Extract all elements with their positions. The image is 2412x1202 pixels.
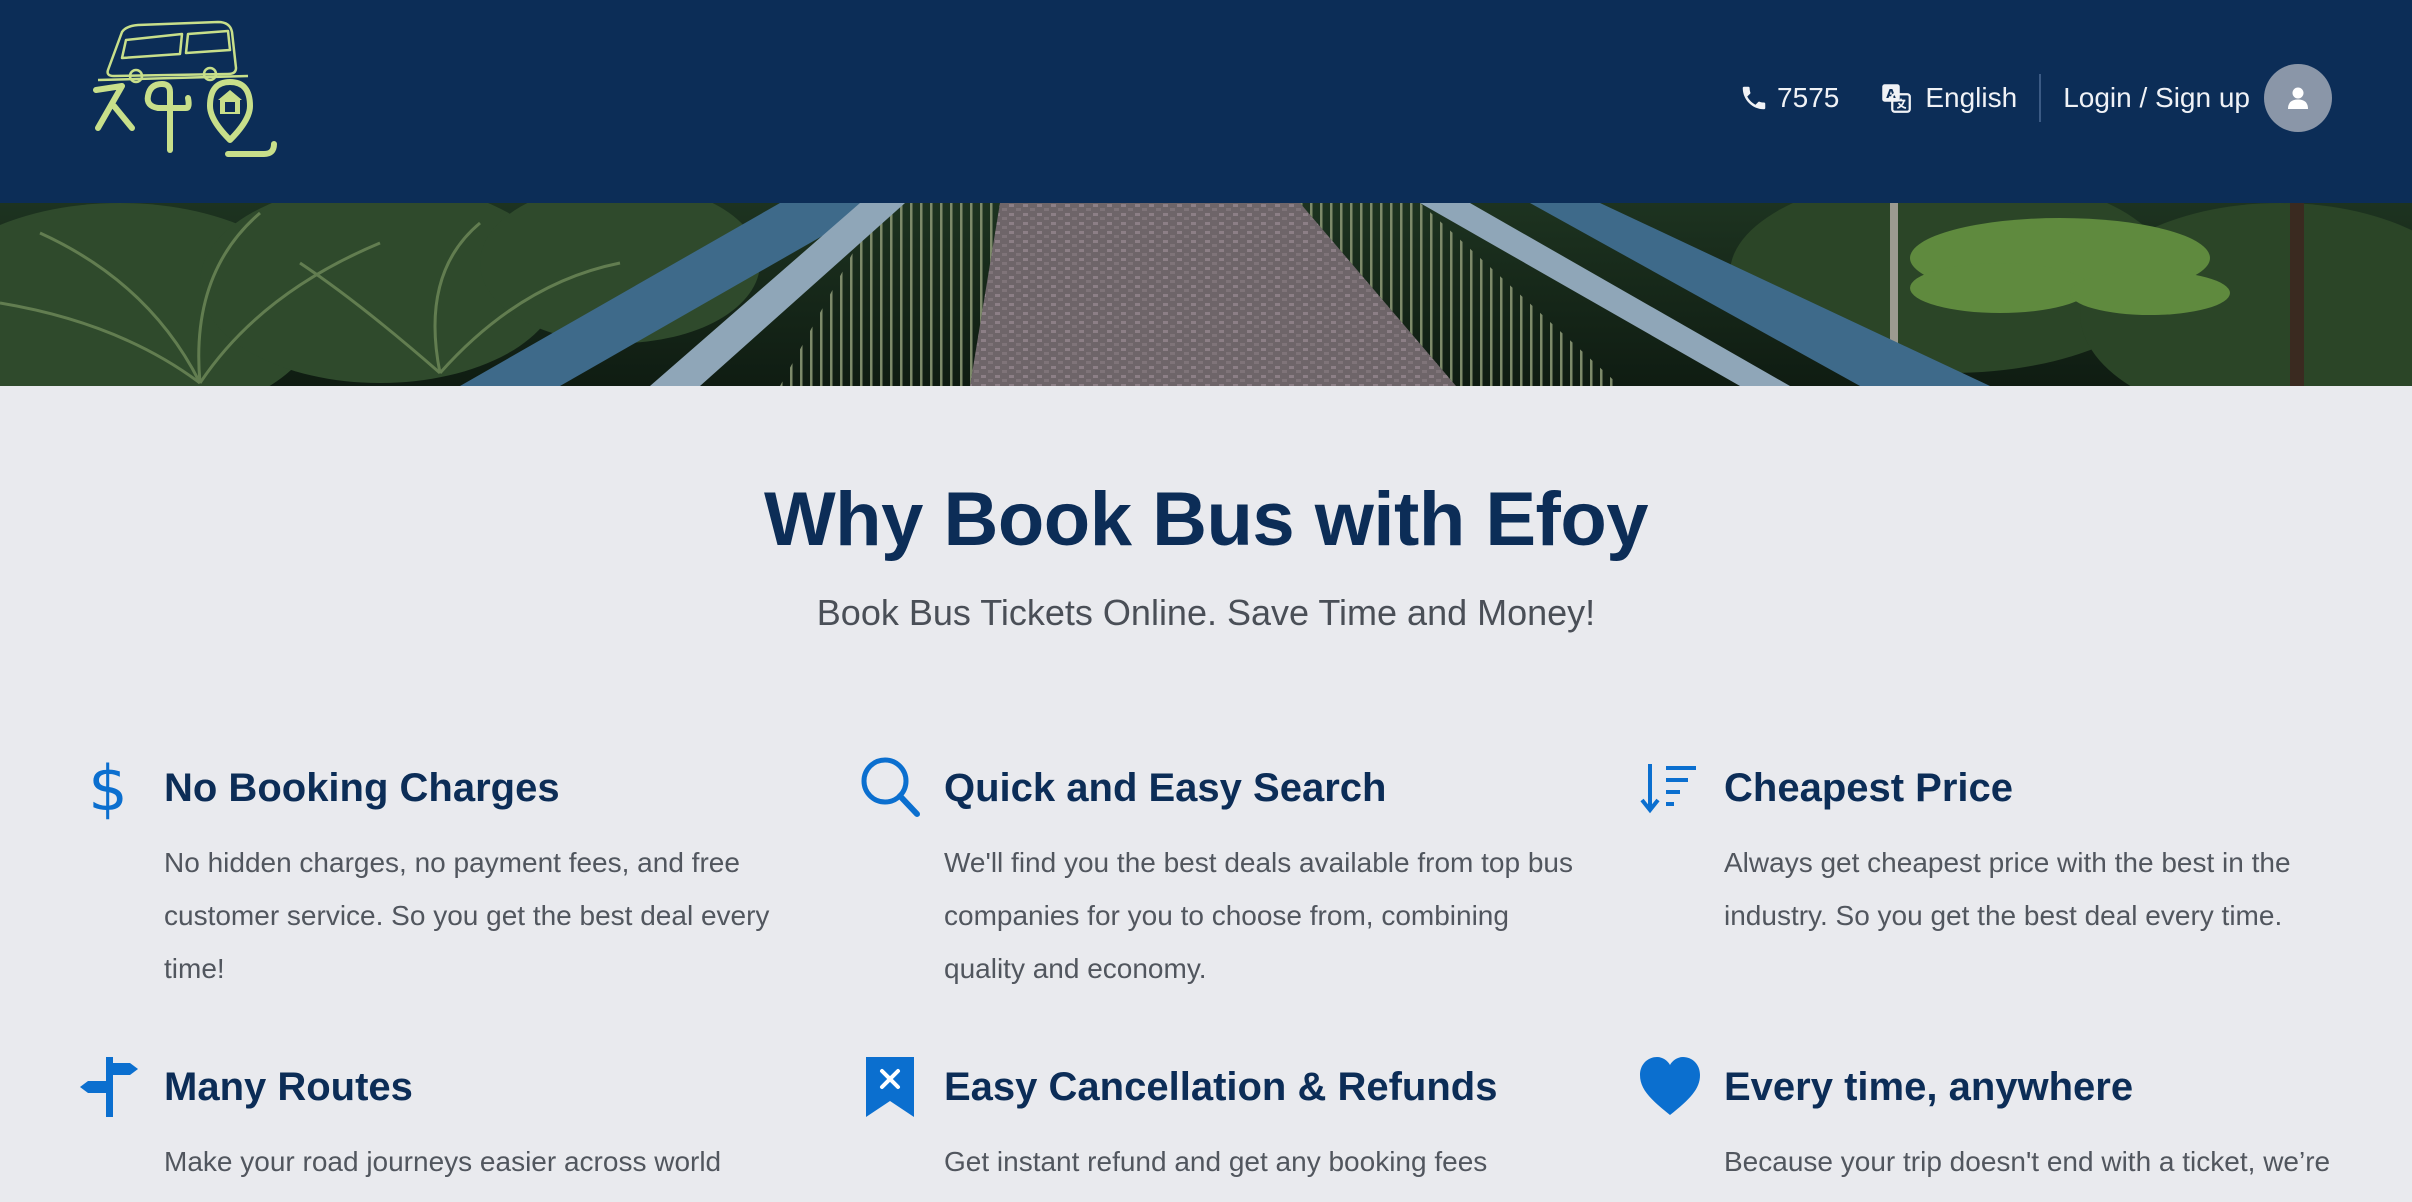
translate-icon: A [1882, 84, 1912, 113]
svg-text:$: $ [88, 756, 127, 820]
nav-divider [2039, 74, 2042, 122]
signpost-icon [80, 1057, 138, 1117]
efoy-logo[interactable] [78, 10, 308, 170]
feature-text: No hidden charges, no payment fees, and … [164, 847, 770, 984]
language-label: English [1925, 82, 2018, 113]
feature-text: Always get cheapest price with the best … [1724, 847, 2291, 931]
feature-title: Many Routes [164, 1065, 413, 1109]
phone-number: 7575 [1777, 82, 1840, 113]
bookmark-x-icon [866, 1057, 914, 1117]
feature-text: Make your road journeys easier across wo… [164, 1146, 722, 1177]
feature-text: Because your trip doesn't end with a tic… [1724, 1146, 2331, 1177]
section-subtitle: Book Bus Tickets Online. Save Time and M… [816, 592, 1596, 633]
feature-text: We'll find you the best deals available … [944, 847, 1573, 984]
top-header: 7575 A English Login / Sign up [0, 0, 2412, 203]
feature-title: Every time, anywhere [1724, 1065, 2134, 1109]
feature-title: No Booking Charges [164, 766, 560, 810]
hero-banner-image [0, 203, 2412, 386]
section-title: Why Book Bus with Efoy [763, 477, 1649, 562]
sort-icon [1640, 764, 1696, 814]
user-icon [2288, 87, 2308, 109]
phone-icon [1742, 86, 1766, 110]
login-signup-link[interactable]: Login / Sign up [2063, 82, 2250, 114]
heart-icon [1640, 1057, 1700, 1115]
feature-title: Quick and Easy Search [944, 766, 1387, 810]
header-nav: 7575 A English Login / Sign up [1739, 62, 2332, 134]
search-icon [861, 757, 920, 817]
feature-title: Easy Cancellation & Refunds [944, 1065, 1498, 1109]
feature-title: Cheapest Price [1724, 766, 2014, 810]
feature-text: Get instant refund and get any booking f… [944, 1146, 1488, 1177]
phone-link[interactable]: 7575 [1739, 82, 1839, 114]
user-avatar-button[interactable] [2264, 64, 2332, 132]
forest-bridge-image [0, 203, 2412, 386]
language-selector[interactable]: A English [1881, 82, 2017, 114]
dollar-icon: $ [88, 756, 127, 820]
